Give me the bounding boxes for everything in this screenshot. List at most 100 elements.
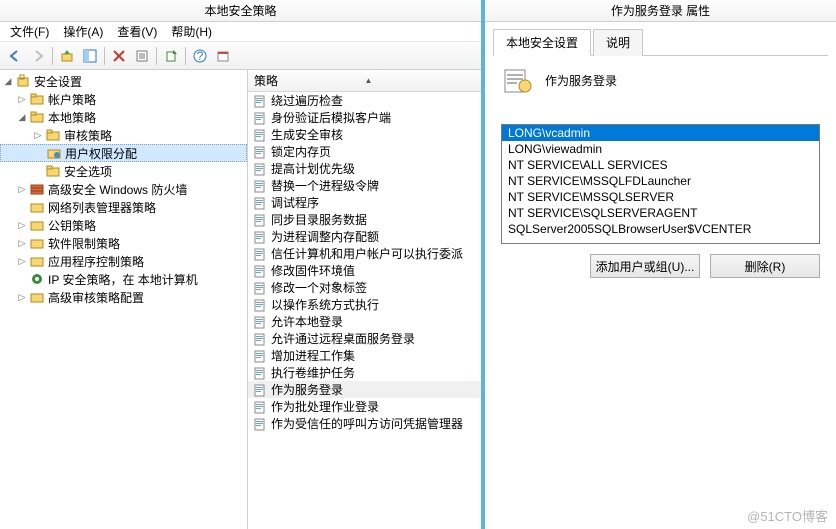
policy-label: 生成安全审核: [271, 126, 343, 143]
tab-local-security[interactable]: 本地安全设置: [493, 29, 591, 56]
expand-icon[interactable]: ▷: [32, 129, 44, 141]
properties-button[interactable]: [131, 45, 153, 67]
policy-icon: [252, 263, 268, 279]
forward-button[interactable]: [27, 45, 49, 67]
policy-label: 信任计算机和用户帐户可以执行委派: [271, 245, 463, 262]
dialog-body: 本地安全设置 说明 作为服务登录 LONG\vcadminLONG\viewad…: [485, 22, 836, 529]
dialog-title: 作为服务登录 属性: [611, 2, 710, 19]
list-header[interactable]: 策略 ▲: [248, 70, 481, 92]
up-button[interactable]: [56, 45, 78, 67]
policy-row[interactable]: 调试程序: [248, 194, 481, 211]
policy-label: 同步目录服务数据: [271, 211, 367, 228]
tree-node-app-control[interactable]: ▷ 应用程序控制策略: [0, 252, 247, 270]
policy-icon: [252, 161, 268, 177]
policy-row[interactable]: 增加进程工作集: [248, 347, 481, 364]
user-row[interactable]: LONG\viewadmin: [502, 141, 819, 157]
tree-node-local-policies[interactable]: ◢ 本地策略: [0, 108, 247, 126]
help-button[interactable]: ?: [189, 45, 211, 67]
expand-icon[interactable]: ▷: [16, 255, 28, 267]
user-row[interactable]: SQLServer2005SQLBrowserUser$VCENTER: [502, 221, 819, 237]
add-user-button[interactable]: 添加用户或组(U)...: [590, 254, 700, 278]
policy-icon: [252, 110, 268, 126]
policy-row[interactable]: 生成安全审核: [248, 126, 481, 143]
tree-node-audit-policy[interactable]: ▷ 审核策略: [0, 126, 247, 144]
tree-node-software-restriction[interactable]: ▷ 软件限制策略: [0, 234, 247, 252]
menu-file[interactable]: 文件(F): [4, 21, 55, 42]
policy-label: 修改固件环境值: [271, 262, 355, 279]
policy-row[interactable]: 以操作系统方式执行: [248, 296, 481, 313]
expand-icon[interactable]: ▷: [16, 219, 28, 231]
tab-description[interactable]: 说明: [593, 29, 643, 56]
export-button[interactable]: [160, 45, 182, 67]
tree-node-security-options[interactable]: 安全选项: [0, 162, 247, 180]
user-row[interactable]: NT SERVICE\SQLSERVERAGENT: [502, 205, 819, 221]
tree-node-ip-security[interactable]: IP 安全策略，在 本地计算机: [0, 270, 247, 288]
policy-label: 允许本地登录: [271, 313, 343, 330]
policy-row[interactable]: 信任计算机和用户帐户可以执行委派: [248, 245, 481, 262]
spacer: [16, 273, 28, 285]
spacer: [16, 201, 28, 213]
policy-row[interactable]: 身份验证后模拟客户端: [248, 109, 481, 126]
watermark: @51CTO博客: [747, 506, 828, 525]
user-row[interactable]: LONG\vcadmin: [502, 125, 819, 141]
back-button[interactable]: [4, 45, 26, 67]
expand-icon[interactable]: ▷: [16, 291, 28, 303]
policy-row[interactable]: 锁定内存页: [248, 143, 481, 160]
folder-icon: [29, 217, 45, 233]
policy-row[interactable]: 提高计划优先级: [248, 160, 481, 177]
user-list[interactable]: LONG\vcadminLONG\viewadminNT SERVICE\ALL…: [501, 124, 820, 244]
menu-action[interactable]: 操作(A): [57, 21, 109, 42]
policy-label: 提高计划优先级: [271, 160, 355, 177]
policy-row[interactable]: 允许通过远程桌面服务登录: [248, 330, 481, 347]
policy-label: 作为服务登录: [271, 381, 343, 398]
policy-row[interactable]: 作为批处理作业登录: [248, 398, 481, 415]
tree-root[interactable]: ◢ 安全设置: [0, 72, 247, 90]
navigation-tree[interactable]: ◢ 安全设置 ▷ 帐户策略 ◢ 本地策略 ▷ 审核策略: [0, 70, 248, 529]
tree-node-user-rights[interactable]: 用户权限分配: [0, 144, 247, 162]
policy-label: 身份验证后模拟客户端: [271, 109, 391, 126]
tree-node-firewall[interactable]: ▷ 高级安全 Windows 防火墙: [0, 180, 247, 198]
tree-label: 审核策略: [64, 127, 112, 144]
tree-node-network-list[interactable]: 网络列表管理器策略: [0, 198, 247, 216]
menu-view[interactable]: 查看(V): [111, 21, 163, 42]
policy-row[interactable]: 为进程调整内存配额: [248, 228, 481, 245]
user-row[interactable]: NT SERVICE\MSSQLFDLauncher: [502, 173, 819, 189]
policy-row[interactable]: 执行卷维护任务: [248, 364, 481, 381]
policy-row[interactable]: 绕过遍历检查: [248, 92, 481, 109]
folder-icon: [29, 235, 45, 251]
policy-icon: [252, 382, 268, 398]
policy-row[interactable]: 替换一个进程级令牌: [248, 177, 481, 194]
delete-button[interactable]: 删除(R): [710, 254, 820, 278]
toolbar-separator: [104, 47, 105, 65]
policy-list[interactable]: 策略 ▲ 绕过遍历检查身份验证后模拟客户端生成安全审核锁定内存页提高计划优先级替…: [248, 70, 481, 529]
column-policy[interactable]: 策略: [254, 72, 365, 89]
policy-row[interactable]: 作为受信任的呼叫方访问凭据管理器: [248, 415, 481, 432]
policy-large-icon: [501, 64, 533, 96]
menu-help[interactable]: 帮助(H): [165, 21, 218, 42]
policy-row[interactable]: 同步目录服务数据: [248, 211, 481, 228]
content-area: ◢ 安全设置 ▷ 帐户策略 ◢ 本地策略 ▷ 审核策略: [0, 70, 481, 529]
policy-row[interactable]: 修改固件环境值: [248, 262, 481, 279]
policy-row[interactable]: 作为服务登录: [248, 381, 481, 398]
tree-label: 高级审核策略配置: [48, 289, 144, 306]
tree-label: 帐户策略: [48, 91, 96, 108]
user-row[interactable]: NT SERVICE\ALL SERVICES: [502, 157, 819, 173]
security-settings-icon: [15, 73, 31, 89]
tree-node-advanced-audit[interactable]: ▷ 高级审核策略配置: [0, 288, 247, 306]
properties-dialog: 作为服务登录 属性 本地安全设置 说明 作为服务登录 LONG\vcadminL…: [485, 0, 836, 529]
collapse-icon[interactable]: ◢: [2, 75, 14, 87]
collapse-icon[interactable]: ◢: [16, 111, 28, 123]
user-row[interactable]: NT SERVICE\MSSQLSERVER: [502, 189, 819, 205]
show-hide-tree-button[interactable]: [79, 45, 101, 67]
expand-icon[interactable]: ▷: [16, 183, 28, 195]
tree-node-account-policies[interactable]: ▷ 帐户策略: [0, 90, 247, 108]
delete-button[interactable]: [108, 45, 130, 67]
policy-row[interactable]: 修改一个对象标签: [248, 279, 481, 296]
policy-row[interactable]: 允许本地登录: [248, 313, 481, 330]
property-header: 作为服务登录: [501, 64, 828, 96]
expand-icon[interactable]: ▷: [16, 237, 28, 249]
policy-label: 增加进程工作集: [271, 347, 355, 364]
expand-icon[interactable]: ▷: [16, 93, 28, 105]
refresh-button[interactable]: [212, 45, 234, 67]
tree-node-public-key[interactable]: ▷ 公钥策略: [0, 216, 247, 234]
